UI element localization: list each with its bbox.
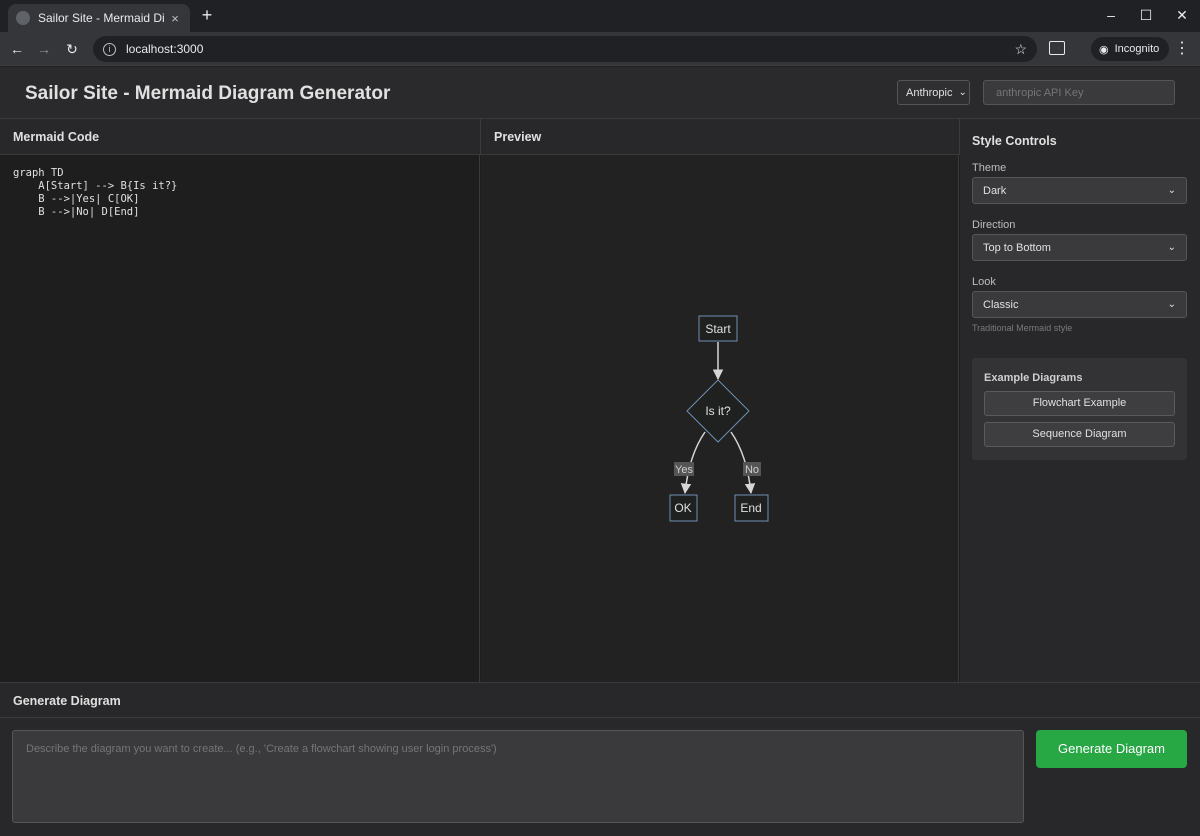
browser-menu-icon[interactable]: ⋮ bbox=[1174, 38, 1190, 60]
chevron-down-icon: ⌄ bbox=[1167, 299, 1176, 310]
forward-arrow-icon[interactable]: → bbox=[33, 38, 55, 60]
node-start-label: Start bbox=[705, 322, 731, 336]
back-arrow-icon[interactable]: ← bbox=[6, 38, 28, 60]
browser-toolbar: ← → ↻ i localhost:3000 ☆ ◉ Incognito ⋮ bbox=[0, 32, 1200, 66]
chevron-down-icon: ⌄ bbox=[958, 87, 967, 98]
preview-pane-title: Preview bbox=[494, 130, 542, 144]
theme-label: Theme bbox=[972, 162, 1007, 174]
page-title: Sailor Site - Mermaid Diagram Generator bbox=[25, 83, 391, 104]
chevron-down-icon: ⌄ bbox=[1167, 185, 1176, 196]
browser-tabstrip: Sailor Site - Mermaid Diagram G × + – ☐ … bbox=[0, 0, 1200, 32]
address-bar[interactable]: i localhost:3000 ☆ bbox=[93, 36, 1037, 62]
chevron-down-icon: ⌄ bbox=[1167, 242, 1176, 253]
incognito-indicator[interactable]: ◉ Incognito bbox=[1091, 37, 1170, 61]
style-controls-title: Style Controls bbox=[972, 134, 1057, 148]
look-label: Look bbox=[972, 276, 996, 288]
url-text[interactable]: localhost:3000 bbox=[126, 42, 1014, 56]
api-key-input[interactable] bbox=[983, 80, 1175, 105]
minimize-button[interactable]: – bbox=[1093, 4, 1129, 28]
edge-label-no: No bbox=[743, 462, 761, 476]
example-diagrams-box: Example Diagrams Flowchart Example Seque… bbox=[972, 358, 1187, 460]
provider-select[interactable]: Anthropic ⌄ bbox=[897, 80, 970, 105]
diagram-preview: Start Is it? Yes No OK End bbox=[481, 155, 959, 682]
edge-label-yes: Yes bbox=[674, 462, 694, 476]
code-pane-header: Mermaid Code bbox=[0, 119, 481, 155]
globe-icon bbox=[16, 11, 30, 25]
preview-pane-header: Preview bbox=[481, 119, 960, 155]
node-decision: Is it? bbox=[686, 379, 750, 443]
node-end-label: End bbox=[740, 501, 761, 515]
site-info-icon[interactable]: i bbox=[103, 42, 116, 56]
node-start: Start bbox=[698, 315, 738, 342]
node-ok-label: OK bbox=[674, 501, 691, 515]
edge-label-no-text: No bbox=[745, 464, 759, 476]
code-pane-title: Mermaid Code bbox=[13, 130, 100, 144]
incognito-icon: ◉ bbox=[1099, 43, 1109, 56]
generate-diagram-button[interactable]: Generate Diagram bbox=[1036, 730, 1187, 768]
mermaid-code-editor[interactable]: graph TD A[Start] --> B{Is it?} B -->|Ye… bbox=[0, 155, 480, 682]
flowchart-diagram: Start Is it? Yes No OK End bbox=[669, 315, 769, 522]
direction-label: Direction bbox=[972, 219, 1016, 231]
new-tab-button[interactable]: + bbox=[196, 5, 218, 27]
generate-section: Generate Diagram bbox=[0, 718, 1200, 836]
flowchart-example-button[interactable]: Flowchart Example bbox=[984, 391, 1175, 416]
maximize-button[interactable]: ☐ bbox=[1128, 4, 1164, 28]
direction-value: Top to Bottom bbox=[983, 241, 1051, 254]
incognito-label: Incognito bbox=[1114, 43, 1160, 55]
cast-icon[interactable] bbox=[1049, 41, 1065, 55]
node-decision-label: Is it? bbox=[705, 404, 731, 418]
app-root: Sailor Site - Mermaid Diagram Generator … bbox=[0, 67, 1200, 836]
reload-icon[interactable]: ↻ bbox=[61, 38, 83, 60]
look-value: Classic bbox=[983, 298, 1019, 311]
browser-tab[interactable]: Sailor Site - Mermaid Diagram G × bbox=[8, 4, 190, 32]
generate-section-header: Generate Diagram bbox=[0, 682, 1200, 718]
diagram-prompt-input[interactable] bbox=[12, 730, 1024, 823]
sequence-diagram-button[interactable]: Sequence Diagram bbox=[984, 422, 1175, 447]
node-end: End bbox=[734, 494, 769, 522]
node-ok: OK bbox=[669, 494, 698, 522]
provider-value: Anthropic bbox=[906, 86, 953, 99]
theme-value: Dark bbox=[983, 184, 1007, 197]
tab-close-icon[interactable]: × bbox=[168, 11, 182, 26]
tab-title: Sailor Site - Mermaid Diagram G bbox=[38, 11, 164, 25]
look-hint: Traditional Mermaid style bbox=[972, 323, 1073, 333]
app-header: Sailor Site - Mermaid Diagram Generator … bbox=[0, 67, 1200, 119]
look-select[interactable]: Classic ⌄ bbox=[972, 291, 1187, 318]
style-controls-panel: Style Controls Theme Dark ⌄ Direction To… bbox=[960, 119, 1200, 682]
example-diagrams-title: Example Diagrams bbox=[984, 372, 1083, 384]
generate-section-title: Generate Diagram bbox=[13, 694, 121, 708]
bookmark-star-icon[interactable]: ☆ bbox=[1014, 41, 1027, 58]
window-close-button[interactable]: ✕ bbox=[1164, 4, 1200, 28]
direction-select[interactable]: Top to Bottom ⌄ bbox=[972, 234, 1187, 261]
theme-select[interactable]: Dark ⌄ bbox=[972, 177, 1187, 204]
edge-label-yes-text: Yes bbox=[675, 464, 693, 476]
